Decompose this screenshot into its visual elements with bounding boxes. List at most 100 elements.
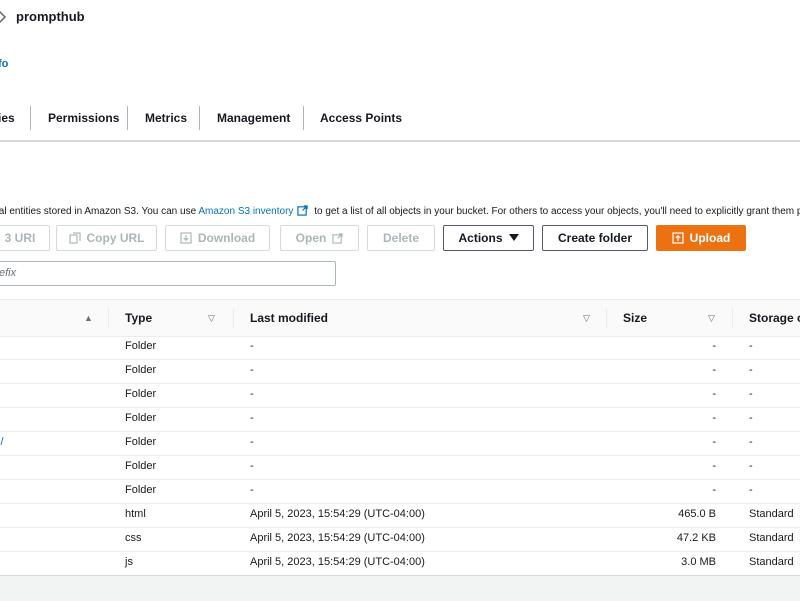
tab-divider [0,140,800,142]
create-folder-label: Create folder [558,231,632,245]
table-row[interactable]: Folder--- [0,335,800,360]
info-link[interactable]: fo [0,58,8,70]
last-modified-cell: April 5, 2023, 15:54:29 (UTC-04:00) [250,556,425,568]
breadcrumb-chevron-icon [0,8,12,26]
object-type-cell: css [125,532,142,544]
storage-class-cell: - [749,388,753,400]
upload-icon [672,232,684,244]
storage-class-cell: Standard [749,508,794,520]
footer-bar [0,575,800,601]
table-row[interactable]: l/Folder - - - [0,431,800,456]
table-row[interactable]: Folder--- [0,479,800,504]
tab-separator [303,106,304,130]
size-cell: 47.2 KB [677,532,716,544]
object-type-cell: Folder [125,364,156,376]
last-modified-cell: April 5, 2023, 15:54:29 (UTC-04:00) [250,532,425,544]
breadcrumb-bucket-name: prompthub [16,9,85,24]
copy-icon [69,232,81,244]
external-link-icon[interactable] [297,205,308,216]
last-modified-cell: - [250,364,254,376]
size-cell: - [712,460,716,472]
copy-url-label: Copy URL [87,231,145,245]
sort-ascending-icon[interactable]: ▲ [84,313,93,323]
size-cell: - [712,412,716,424]
last-modified-cell: - [250,340,254,352]
storage-class-cell: - [749,460,753,472]
last-modified-cell: - [250,412,254,424]
tab-management[interactable]: Management [217,104,290,132]
storage-class-cell: Standard [749,556,794,568]
object-type-cell: Folder [125,436,156,448]
s3-inventory-link[interactable]: Amazon S3 inventory [198,206,293,217]
tab-metrics[interactable]: Metrics [145,104,187,132]
storage-class-cell: - [749,436,753,448]
table-row[interactable]: Folder - - - [0,455,800,480]
object-type-cell: Folder [125,388,156,400]
open-label: Open [296,231,327,245]
size-cell: - [712,388,716,400]
copy-s3-uri-button[interactable]: 3 URI [0,225,50,251]
table-row[interactable]: Folder - - - [0,383,800,408]
tab-separator [30,106,31,130]
size-cell: - [712,364,716,376]
search-input[interactable]: efix [0,261,336,286]
tab-properties[interactable]: ies [0,104,15,132]
table-row[interactable]: Folder - - - [0,359,800,384]
storage-class-cell: - [749,364,753,376]
column-separator [108,308,109,328]
delete-button[interactable]: Delete [367,225,435,251]
size-cell: - [712,436,716,448]
description-prefix: tal entities stored in Amazon S3. You ca… [0,206,198,217]
size-cell: 3.0 MB [681,556,716,568]
sort-icon[interactable]: ▽ [208,313,215,324]
column-separator [606,308,607,328]
tab-separator [127,106,128,130]
tab-permissions[interactable]: Permissions [48,104,119,132]
table-row[interactable]: css April 5, 2023, 15:54:29 (UTC-04:00) 47… [0,527,800,552]
object-type-cell: Folder [125,460,156,472]
storage-class-cell: Standard [749,532,794,544]
column-separator [233,308,234,328]
download-button[interactable]: Download [165,225,270,251]
column-header-size[interactable]: Size [623,311,647,325]
tab-access-points[interactable]: Access Points [320,104,402,132]
caret-down-icon [509,234,519,242]
size-cell: - [712,484,716,496]
table-header: ▲ Type ▽ Last modified ▽ Size ▽ Storage … [0,299,800,337]
object-type-cell: html [125,508,146,520]
last-modified-cell: - [250,436,254,448]
column-header-type[interactable]: Type [125,311,152,325]
tab-separator [199,106,200,130]
upload-button[interactable]: Upload [656,225,746,251]
last-modified-cell: - [250,388,254,400]
download-icon [180,232,192,244]
storage-class-cell: - [749,484,753,496]
size-cell: - [712,340,716,352]
actions-label: Actions [458,231,502,245]
create-folder-button[interactable]: Create folder [542,225,648,251]
delete-label: Delete [383,231,419,245]
column-header-storage-class[interactable]: Storage cl [749,311,800,325]
copy-s3-uri-label: 3 URI [5,231,36,245]
object-type-cell: Folder [125,340,156,352]
sort-icon[interactable]: ▽ [708,313,715,324]
copy-url-button[interactable]: Copy URL [56,225,157,251]
column-separator [732,308,733,328]
search-placeholder: efix [0,267,16,279]
last-modified-cell: - [250,460,254,472]
table-row[interactable]: jsApril 5, 2023, 15:54:29 (UTC-04:00)3.0… [0,551,800,576]
sort-icon[interactable]: ▽ [583,313,590,324]
storage-class-cell: - [749,412,753,424]
external-link-icon [332,233,343,244]
table-row[interactable]: Folder--- [0,407,800,432]
actions-dropdown[interactable]: Actions [443,225,534,251]
size-cell: 465.0 B [678,508,716,520]
column-header-last-modified[interactable]: Last modified [250,311,328,325]
last-modified-cell: - [250,484,254,496]
object-name-link[interactable]: l/ [0,436,4,448]
open-button[interactable]: Open [280,225,359,251]
tab-bar: ies Permissions Metrics Management Acces… [0,104,800,132]
table-row[interactable]: lhtmlApril 5, 2023, 15:54:29 (UTC-04:00)… [0,503,800,528]
objects-description: tal entities stored in Amazon S3. You ca… [0,205,800,217]
upload-label: Upload [690,231,731,245]
